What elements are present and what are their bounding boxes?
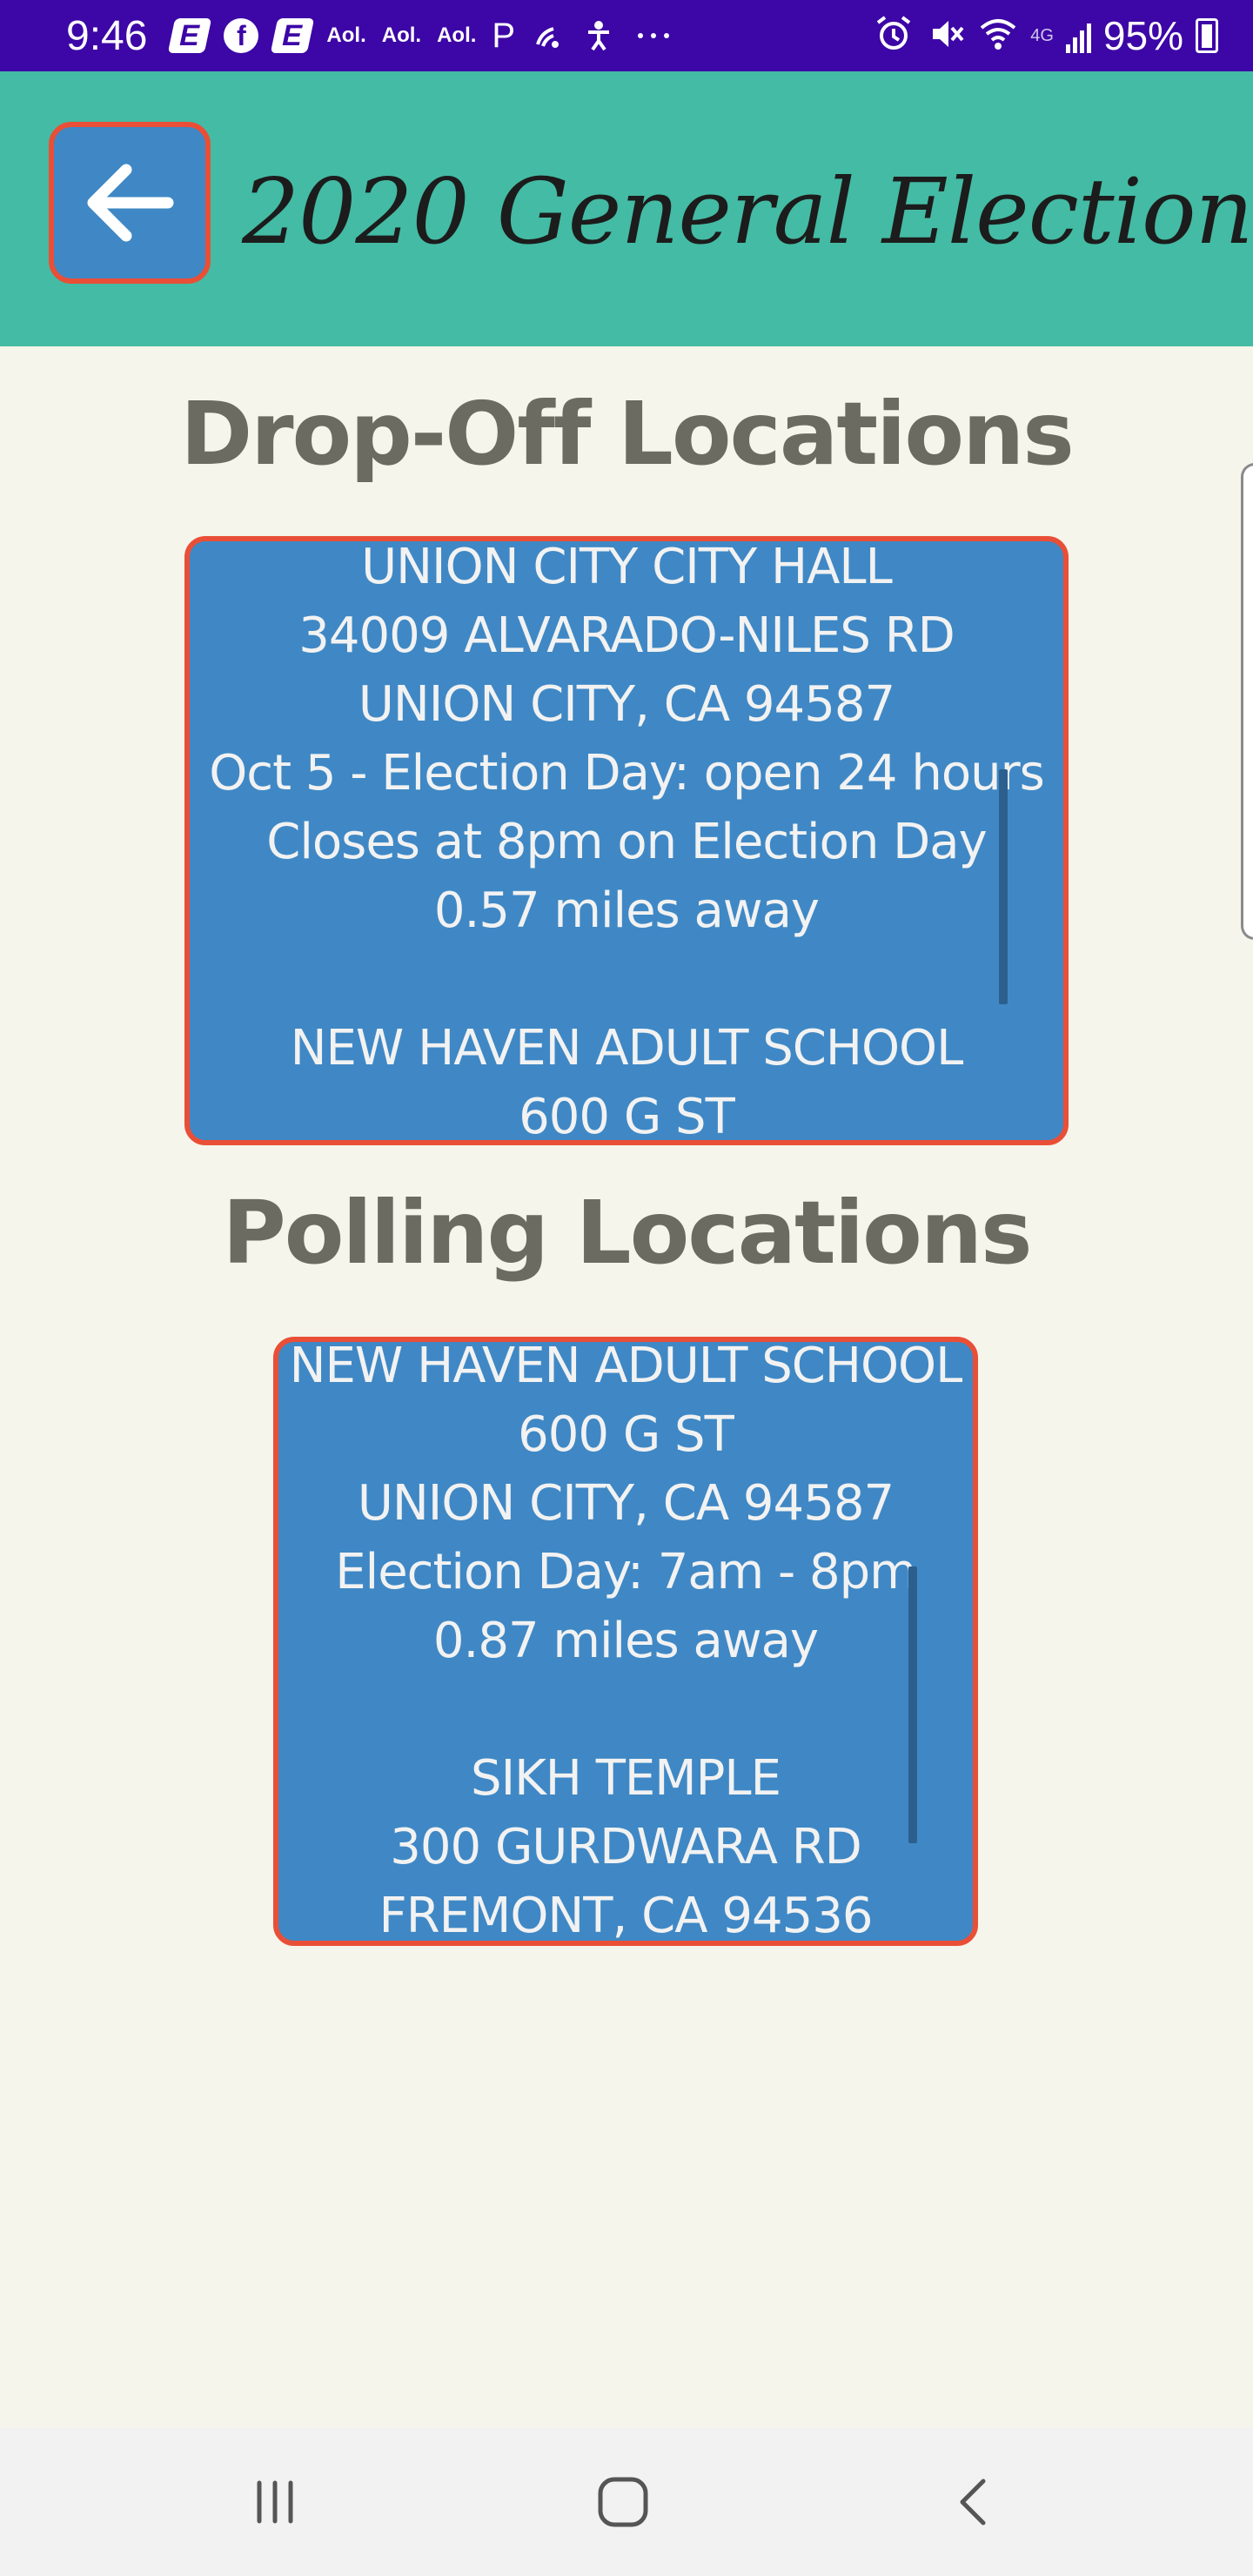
list-item: FREMONT, CA 94536 [379,1888,874,1941]
back-nav-icon [960,2479,986,2526]
notification-icons: E f E Aol. Aol. Aol. P [168,16,675,56]
wifi-call-icon [531,18,566,53]
list-item: UNION CITY CITY HALL [361,541,893,595]
back-button[interactable] [49,122,211,284]
list-item: UNION CITY, CA 94587 [357,1475,895,1532]
list-item: 600 G ST [518,1406,734,1463]
back-nav-button[interactable] [888,2428,1062,2576]
home-icon [598,2477,648,2527]
dropoff-scroll-area[interactable]: UNION CITY CITY HALL 34009 ALVARADO-NILE… [190,541,1063,1140]
list-item: Oct 5 - Election Day: open 24 hours [209,745,1045,802]
signal-icon [1065,18,1091,53]
edge-panel-handle[interactable] [1241,463,1253,940]
pandora-notification-icon: P [492,16,516,55]
facebook-notification-icon: f [224,18,259,53]
list-item: SIKH TEMPLE [471,1750,781,1807]
list-item: NEW HAVEN ADULT SCHOOL [290,1020,964,1077]
navigation-bar [0,2428,1253,2576]
mute-icon [926,14,966,58]
polling-scroll-area[interactable]: NEW HAVEN ADULT SCHOOL 600 G ST UNION CI… [278,1342,973,1941]
home-button[interactable] [536,2428,710,2576]
polling-heading: Polling Locations [222,1182,1032,1284]
dropoff-scrollbar[interactable] [999,769,1008,1004]
list-item [190,945,1063,1014]
polling-scrollbar[interactable] [908,1566,917,1843]
recent-apps-icon [257,2480,293,2524]
status-time: 9:46 [66,12,148,59]
battery-percent: 95% [1102,13,1183,58]
recent-apps-button[interactable] [188,2428,362,2576]
page-title: 2020 General Election [242,158,1253,265]
dropoff-location-list: UNION CITY CITY HALL 34009 ALVARADO-NILE… [190,541,1063,1140]
list-item: 600 G ST [519,1089,735,1140]
dropoff-locations-card[interactable]: UNION CITY CITY HALL 34009 ALVARADO-NILE… [184,536,1069,1145]
list-item: 0.87 miles away [432,1613,819,1669]
aol-notification-icon-2: Aol. [381,23,422,47]
more-notifications-icon [632,18,675,53]
list-item: UNION CITY, CA 94587 [358,676,895,733]
aol-notification-icon-3: Aol. [437,23,477,47]
list-item [278,1675,973,1744]
status-bar: 9:46 E f E Aol. Aol. Aol. P 4G 95% [0,0,1253,71]
list-item: Election Day: 7am - 8pm [335,1544,916,1600]
arrow-left-icon [87,164,174,242]
alarm-icon [874,14,914,58]
list-item: 300 GURDWARA RD [390,1819,862,1875]
accessibility-icon [581,18,616,53]
wifi-icon [978,14,1018,58]
engadget-notification-icon-2: E [271,18,315,53]
dropoff-heading: Drop-Off Locations [180,383,1075,485]
engadget-notification-icon: E [168,18,212,53]
aol-notification-icon: Aol. [326,23,366,47]
battery-icon [1196,18,1218,53]
app-bar: 2020 General Election [0,71,1253,346]
list-item: 34009 ALVARADO-NILES RD [298,607,955,664]
list-item: Closes at 8pm on Election Day [266,814,988,870]
polling-locations-card[interactable]: NEW HAVEN ADULT SCHOOL 600 G ST UNION CI… [273,1337,978,1946]
system-status-icons: 4G 95% [874,12,1218,59]
list-item: NEW HAVEN ADULT SCHOOL [289,1342,963,1394]
list-item: 0.57 miles away [433,882,820,939]
polling-location-list: NEW HAVEN ADULT SCHOOL 600 G ST UNION CI… [278,1342,973,1941]
network-type-label: 4G [1030,26,1054,45]
